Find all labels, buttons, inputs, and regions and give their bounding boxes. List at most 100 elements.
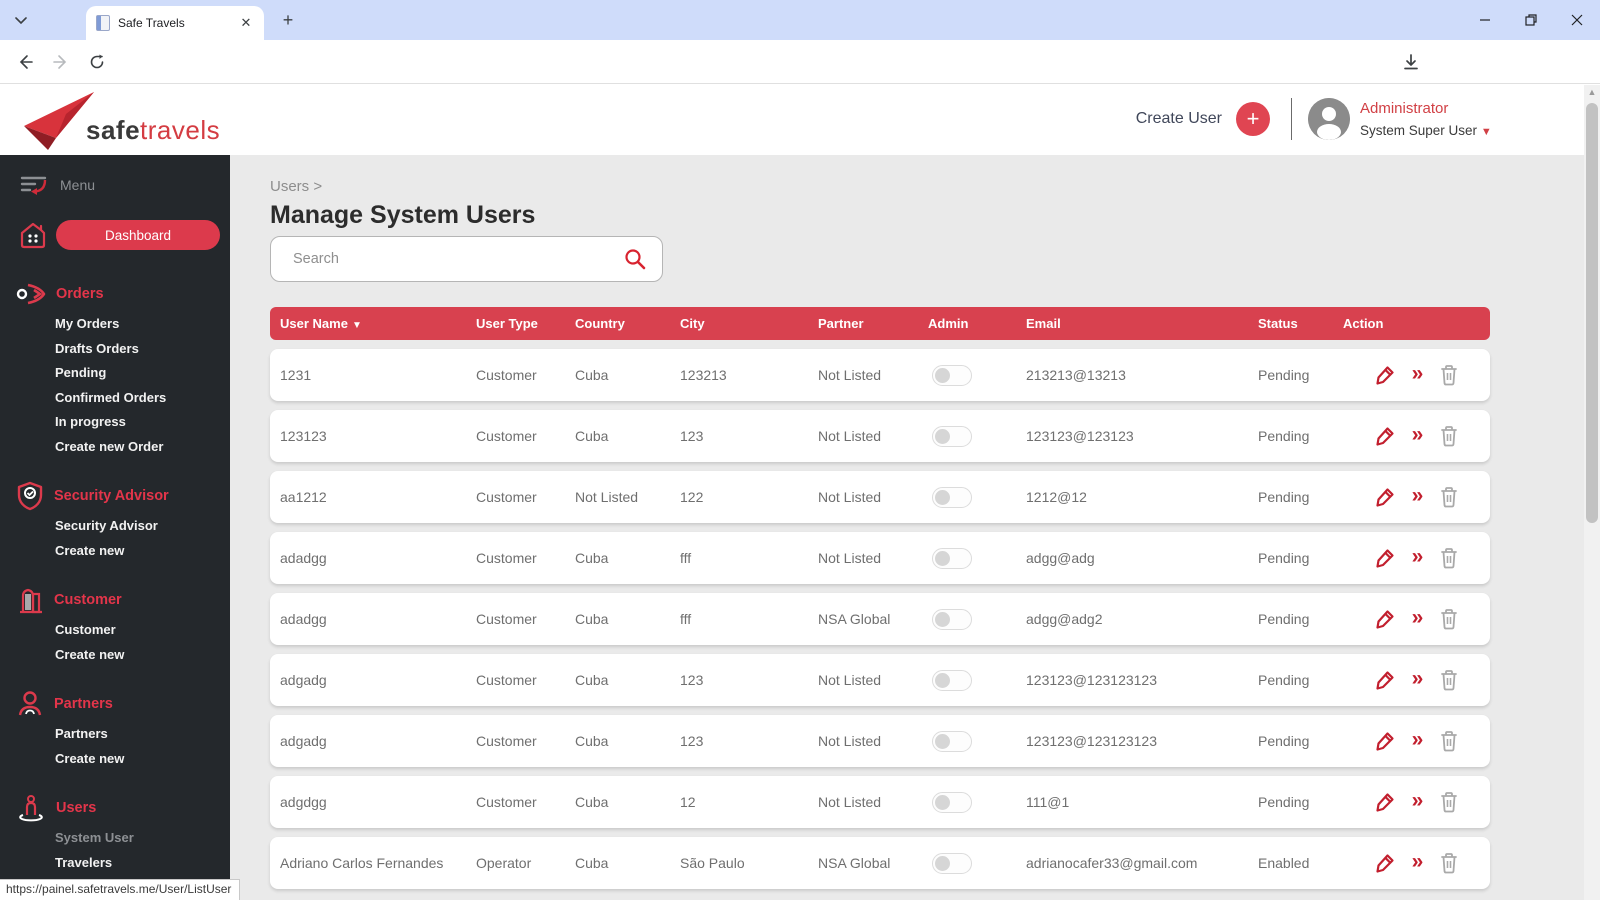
sidebar-item-dashboard[interactable]: Dashboard xyxy=(56,220,220,250)
edit-icon[interactable] xyxy=(1373,851,1397,875)
cell-email: adgg@adg2 xyxy=(1026,611,1103,627)
page-scrollbar[interactable]: ▲ xyxy=(1584,85,1600,900)
edit-icon[interactable] xyxy=(1373,668,1397,692)
delete-icon[interactable] xyxy=(1438,363,1460,387)
forward-button[interactable] xyxy=(48,49,74,75)
admin-toggle[interactable] xyxy=(932,669,972,691)
column-country[interactable]: Country xyxy=(565,316,670,331)
create-user-button[interactable]: Create User + xyxy=(1136,102,1270,136)
new-tab-button[interactable]: + xyxy=(276,8,300,32)
menu-toggle[interactable]: Menu xyxy=(0,155,230,199)
sidebar-item-system-user[interactable]: System User xyxy=(55,826,230,851)
sidebar-item-my-orders[interactable]: My Orders xyxy=(55,312,230,337)
admin-toggle[interactable] xyxy=(932,425,972,447)
details-chevrons-icon[interactable]: » xyxy=(1412,729,1424,750)
delete-icon[interactable] xyxy=(1438,485,1460,509)
cell-user-type: Customer xyxy=(476,733,537,749)
browser-toolbar: painel.safetravels.me/User/ListUser Gx V… xyxy=(0,40,1600,119)
admin-toggle[interactable] xyxy=(932,852,972,874)
table-row: 1231 Customer Cuba 123213 Not Listed 213… xyxy=(270,349,1490,401)
breadcrumb[interactable]: Users > xyxy=(270,178,322,195)
sidebar-section-partners-header[interactable]: Partners xyxy=(0,688,230,720)
edit-icon[interactable] xyxy=(1373,363,1397,387)
sidebar-item-partners-create-new[interactable]: Create new xyxy=(55,747,230,772)
back-button[interactable] xyxy=(12,49,38,75)
tab-title: Safe Travels xyxy=(118,16,185,30)
delete-icon[interactable] xyxy=(1438,668,1460,692)
app-logo[interactable]: safetravels xyxy=(18,90,220,150)
column-email[interactable]: Email xyxy=(1016,316,1248,331)
column-user-name[interactable]: User Name ▼ xyxy=(270,316,466,331)
browser-tab[interactable]: Safe Travels ✕ xyxy=(86,6,264,40)
sidebar-section-orders-header[interactable]: Orders xyxy=(0,278,230,310)
sidebar-item-security-create-new[interactable]: Create new xyxy=(55,539,230,564)
details-chevrons-icon[interactable]: » xyxy=(1412,546,1424,567)
search-box[interactable] xyxy=(270,236,663,282)
avatar[interactable] xyxy=(1308,98,1350,140)
details-chevrons-icon[interactable]: » xyxy=(1412,607,1424,628)
details-chevrons-icon[interactable]: » xyxy=(1412,485,1424,506)
account-menu[interactable]: Administrator System Super User ▼ xyxy=(1360,100,1495,138)
reload-button[interactable] xyxy=(84,49,110,75)
sidebar-item-pending[interactable]: Pending xyxy=(55,361,230,386)
edit-icon[interactable] xyxy=(1373,485,1397,509)
tab-search-chevron-icon[interactable] xyxy=(8,8,34,34)
column-partner[interactable]: Partner xyxy=(808,316,918,331)
details-chevrons-icon[interactable]: » xyxy=(1412,851,1424,872)
cell-actions: » xyxy=(1333,668,1490,692)
column-city[interactable]: City xyxy=(670,316,808,331)
details-chevrons-icon[interactable]: » xyxy=(1412,790,1424,811)
edit-icon[interactable] xyxy=(1373,607,1397,631)
search-icon[interactable] xyxy=(624,248,646,270)
admin-toggle[interactable] xyxy=(932,486,972,508)
sidebar-item-in-progress[interactable]: In progress xyxy=(55,410,230,435)
scrollbar-up-arrow[interactable]: ▲ xyxy=(1584,87,1600,97)
account-role: System Super User xyxy=(1360,123,1478,138)
delete-icon[interactable] xyxy=(1438,424,1460,448)
edit-icon[interactable] xyxy=(1373,546,1397,570)
column-status[interactable]: Status xyxy=(1248,316,1333,331)
column-user-type[interactable]: User Type xyxy=(466,316,565,331)
window-minimize-button[interactable] xyxy=(1462,0,1508,40)
delete-icon[interactable] xyxy=(1438,790,1460,814)
delete-icon[interactable] xyxy=(1438,607,1460,631)
details-chevrons-icon[interactable]: » xyxy=(1412,668,1424,689)
delete-icon[interactable] xyxy=(1438,729,1460,753)
delete-icon[interactable] xyxy=(1438,546,1460,570)
sidebar-item-security-advisor[interactable]: Security Advisor xyxy=(55,514,230,539)
sidebar-item-drafts-orders[interactable]: Drafts Orders xyxy=(55,337,230,362)
sidebar-item-customer-create-new[interactable]: Create new xyxy=(55,643,230,668)
admin-toggle[interactable] xyxy=(932,364,972,386)
edit-icon[interactable] xyxy=(1373,729,1397,753)
sidebar-item-partners[interactable]: Partners xyxy=(55,722,230,747)
cell-status: Pending xyxy=(1258,611,1310,627)
sidebar-item-travelers[interactable]: Travelers xyxy=(55,851,230,876)
details-chevrons-icon[interactable]: » xyxy=(1412,363,1424,384)
cell-actions: » xyxy=(1333,485,1490,509)
tab-close-icon[interactable]: ✕ xyxy=(238,15,254,31)
window-restore-button[interactable] xyxy=(1508,0,1554,40)
download-icon[interactable] xyxy=(1398,49,1424,75)
cell-email: 213213@13213 xyxy=(1026,367,1126,383)
sidebar-item-confirmed-orders[interactable]: Confirmed Orders xyxy=(55,386,230,411)
sidebar-item-customer[interactable]: Customer xyxy=(55,618,230,643)
admin-toggle[interactable] xyxy=(932,547,972,569)
scrollbar-thumb[interactable] xyxy=(1586,103,1598,523)
admin-toggle[interactable] xyxy=(932,791,972,813)
sidebar-section-customer-header[interactable]: Customer xyxy=(0,584,230,616)
brand-travels: travels xyxy=(140,115,221,145)
admin-toggle[interactable] xyxy=(932,730,972,752)
delete-icon[interactable] xyxy=(1438,851,1460,875)
edit-icon[interactable] xyxy=(1373,790,1397,814)
header-divider xyxy=(1291,98,1292,140)
sidebar-section-security-header[interactable]: Security Advisor xyxy=(0,480,230,512)
edit-icon[interactable] xyxy=(1373,424,1397,448)
sidebar-section-users-header[interactable]: Users xyxy=(0,792,230,824)
column-admin[interactable]: Admin xyxy=(918,316,1016,331)
window-close-button[interactable] xyxy=(1554,0,1600,40)
admin-toggle[interactable] xyxy=(932,608,972,630)
search-input[interactable] xyxy=(293,251,624,267)
details-chevrons-icon[interactable]: » xyxy=(1412,424,1424,445)
sidebar-item-create-new-order[interactable]: Create new Order xyxy=(55,435,230,460)
section-title: Users xyxy=(56,800,97,816)
